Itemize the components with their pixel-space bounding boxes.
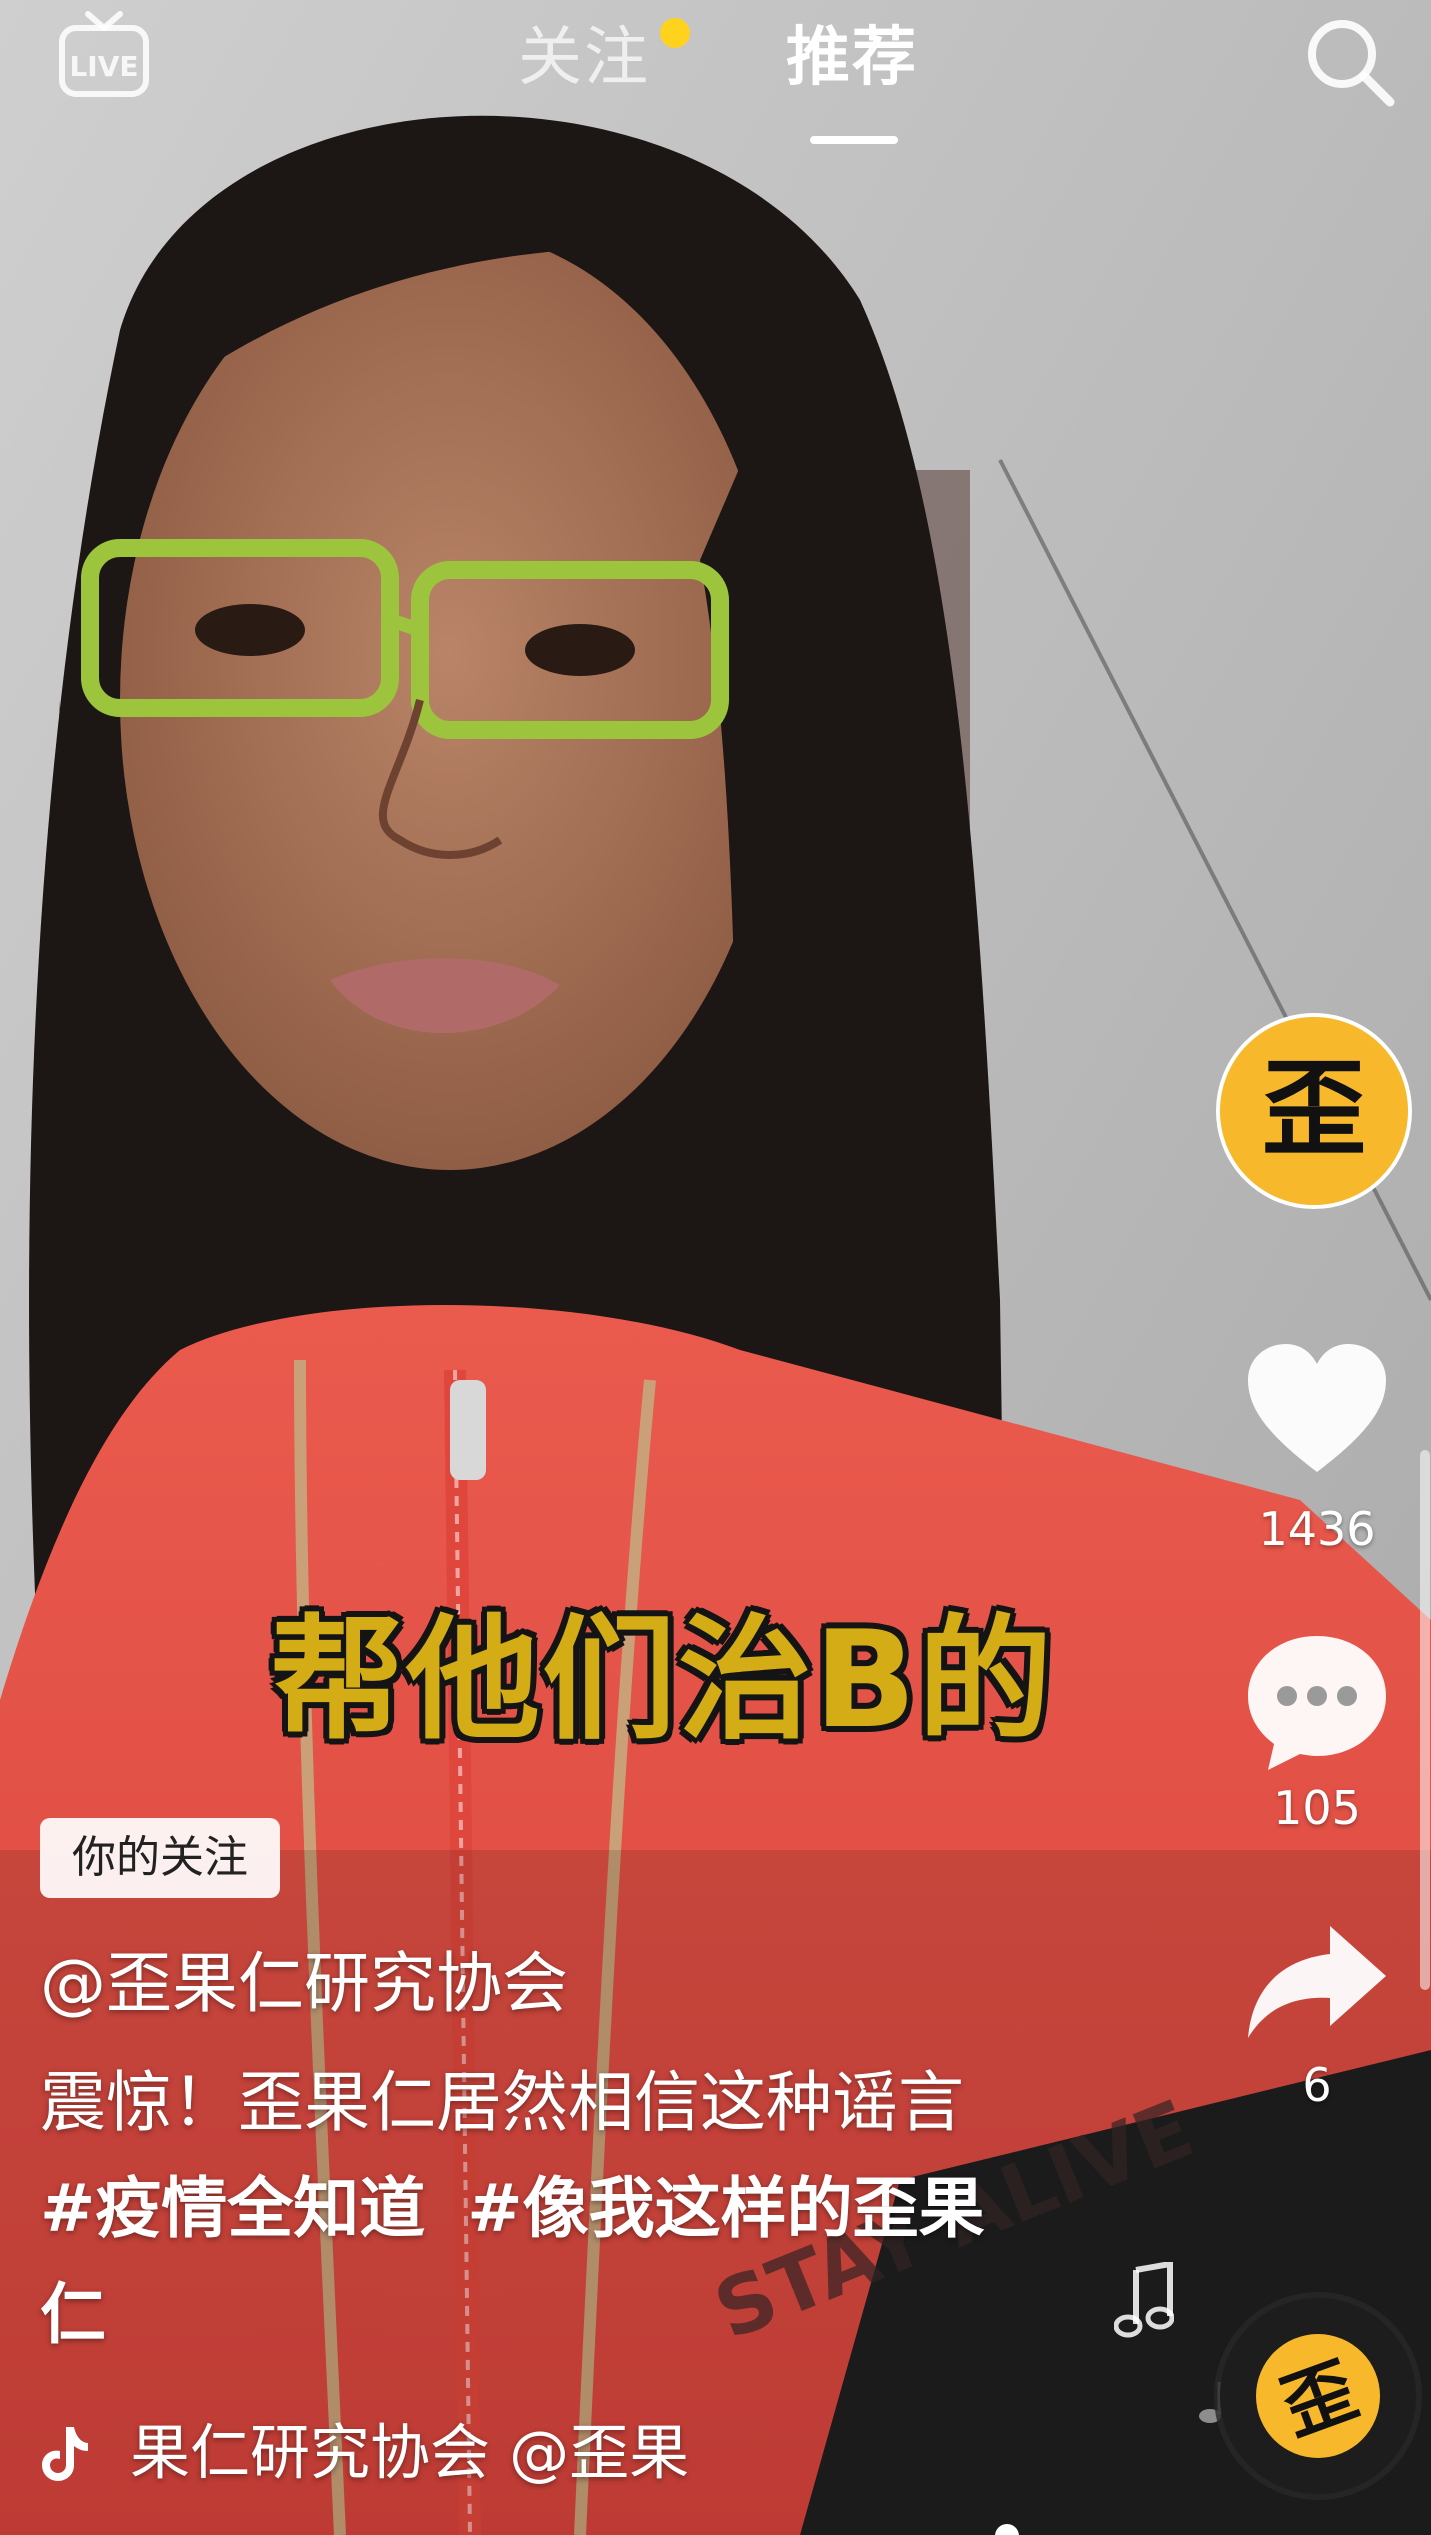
like-heart-icon[interactable] <box>1244 1340 1390 1480</box>
svg-text:LIVE: LIVE <box>69 50 138 83</box>
hashtag-link[interactable]: #疫情全知道 <box>40 2170 425 2247</box>
video-feed-screen: STAY ALIVE LIVE 关注 推荐 帮他们治B的 歪 1436 105 … <box>0 0 1431 2535</box>
comment-count: 105 <box>1273 1781 1361 1835</box>
description-text: 震惊！歪果仁居然相信这种谣言 <box>40 2064 964 2141</box>
new-content-dot <box>660 18 690 48</box>
following-badge: 你的关注 <box>40 1818 280 1898</box>
music-title: 果仁研究协会 @歪果 <box>130 2418 690 2489</box>
like-count: 1436 <box>1258 1502 1376 1556</box>
author-avatar[interactable]: 歪 <box>1216 1013 1412 1209</box>
share-arrow-icon[interactable] <box>1244 1922 1390 2042</box>
scrollbar <box>1420 1450 1430 1990</box>
tab-following[interactable]: 关注 <box>518 18 650 98</box>
live-tv-icon[interactable]: LIVE <box>58 8 150 98</box>
tiktok-note-icon <box>40 2423 90 2483</box>
comment-bubble-icon[interactable] <box>1244 1630 1390 1776</box>
music-disc[interactable]: 歪 <box>1220 2298 1416 2494</box>
video-subtitle: 帮他们治B的 <box>270 1602 1055 1758</box>
music-note-icon <box>1113 2260 1175 2338</box>
author-handle[interactable]: @歪果仁研究协会 <box>40 1942 568 2026</box>
music-ticker[interactable]: 果仁研究协会 @歪果 <box>40 2410 760 2490</box>
avatar-glyph: 歪 <box>1262 1048 1366 1170</box>
share-count: 6 <box>1302 2058 1332 2112</box>
search-icon[interactable] <box>1304 16 1396 108</box>
video-description: 震惊！歪果仁居然相信这种谣言 #疫情全知道 #像我这样的歪果仁 <box>40 2050 1020 2368</box>
tab-recommended[interactable]: 推荐 <box>786 18 918 98</box>
active-tab-indicator <box>810 136 898 144</box>
